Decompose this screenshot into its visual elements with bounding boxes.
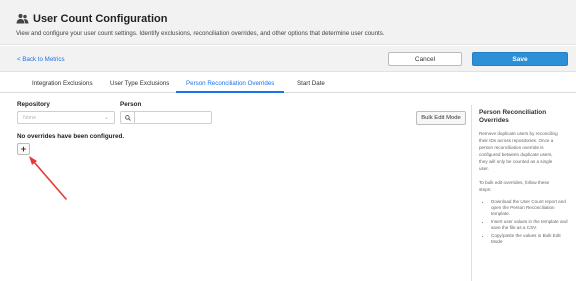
- repository-select-placeholder: None: [23, 115, 37, 121]
- person-search-input[interactable]: [136, 112, 211, 123]
- save-button[interactable]: Save: [472, 52, 568, 66]
- tab-user-type-exclusions[interactable]: User Type Exclusions: [110, 80, 169, 87]
- cancel-button[interactable]: Cancel: [388, 52, 462, 66]
- search-icon: [124, 114, 131, 121]
- tab-start-date[interactable]: Start Date: [297, 80, 325, 87]
- person-label: Person: [120, 101, 142, 108]
- help-side-panel: Person Reconciliation Overrides Remove d…: [471, 105, 576, 281]
- page-header: User Count Configuration View and config…: [0, 0, 576, 45]
- side-panel-title: Person Reconciliation Overrides: [479, 109, 547, 124]
- red-arrow-annotation: [29, 156, 67, 200]
- action-toolbar: < Back to Metrics Cancel Save: [0, 46, 576, 72]
- person-search: [120, 111, 212, 124]
- tab-integration-exclusions[interactable]: Integration Exclusions: [32, 80, 93, 87]
- empty-overrides-message: No overrides have been configured.: [17, 133, 125, 140]
- side-panel-steps: Download the User Count report and open …: [479, 199, 569, 245]
- back-to-metrics-link[interactable]: < Back to Metrics: [17, 56, 65, 63]
- bulk-edit-mode-button[interactable]: Bulk Edit Mode: [416, 111, 466, 125]
- page-subtitle: View and configure your user count setti…: [16, 30, 385, 37]
- users-icon: [16, 13, 29, 24]
- side-panel-step: Copy/paste the values in Bulk Edit Mode: [491, 233, 569, 245]
- tab-person-reconciliation-overrides[interactable]: Person Reconciliation Overrides: [186, 80, 274, 87]
- chevron-down-icon: ⌄: [103, 115, 109, 121]
- search-icon-addon: [121, 112, 135, 123]
- active-tab-indicator: [176, 91, 284, 93]
- page-title: User Count Configuration: [33, 13, 168, 25]
- side-panel-instructions: To bulk edit overrides, follow these ste…: [479, 179, 550, 192]
- side-panel-step: Download the User Count report and open …: [491, 199, 569, 217]
- tab-bar: Integration Exclusions User Type Exclusi…: [0, 73, 576, 93]
- side-panel-step: Insert user values in the template and s…: [491, 219, 569, 231]
- repository-label: Repository: [17, 101, 50, 108]
- side-panel-description: Remove duplicate users by reconciling th…: [479, 131, 558, 172]
- title-row: User Count Configuration: [16, 13, 167, 25]
- repository-select[interactable]: None ⌄: [17, 111, 115, 124]
